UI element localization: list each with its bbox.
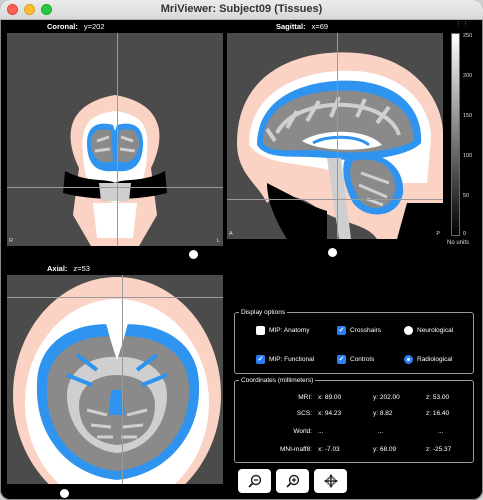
crosshair-horizontal bbox=[7, 187, 223, 188]
coord-y: y: 68.09 bbox=[373, 446, 397, 453]
neurological-radio[interactable]: Neurological bbox=[404, 326, 453, 335]
sagittal-slice-image bbox=[237, 52, 443, 239]
axial-name: Axial: bbox=[47, 264, 68, 273]
intensity-colorbar bbox=[451, 33, 460, 236]
crosshair-vertical bbox=[122, 275, 123, 484]
coronal-left-orientation: R bbox=[9, 238, 13, 244]
coord-y: ... bbox=[378, 428, 384, 435]
coord-x: x: -7.03 bbox=[318, 446, 340, 453]
coord-row-label: World: bbox=[293, 428, 312, 435]
mip-anatomy-label: MIP: Anatomy bbox=[269, 327, 310, 334]
colorbar-tick: 100 bbox=[463, 153, 473, 159]
coord-row-label: MNI-maff8: bbox=[279, 446, 312, 453]
colorbar-tick: 200 bbox=[463, 73, 473, 79]
check-icon[interactable]: ✓ bbox=[337, 355, 346, 364]
controls-checkbox[interactable]: ✓ Controls bbox=[337, 355, 374, 364]
coord-x: x: 89.00 bbox=[318, 394, 342, 401]
mip-anatomy-checkbox[interactable]: MIP: Anatomy bbox=[256, 326, 309, 335]
coord-y: y: 8.82 bbox=[373, 410, 393, 417]
coronal-label: Coronal: y=202 bbox=[47, 22, 105, 31]
crosshairs-checkbox[interactable]: ✓ Crosshairs bbox=[337, 326, 381, 335]
radio-button-selected[interactable] bbox=[404, 355, 413, 364]
resize-grip-icon: ⋮⋮ bbox=[455, 21, 469, 28]
axial-slice-slider[interactable] bbox=[60, 489, 69, 498]
coord-row-label: MRI: bbox=[298, 394, 312, 401]
title-bar: MriViewer: Subject09 (Tissues) bbox=[0, 0, 483, 20]
coord-z: ... bbox=[438, 428, 444, 435]
move-icon bbox=[323, 474, 338, 488]
radiological-label: Radiological bbox=[417, 356, 453, 363]
zoom-out-icon bbox=[247, 474, 261, 488]
axial-coord: z=53 bbox=[73, 264, 90, 273]
coronal-right-orientation: L bbox=[216, 238, 220, 244]
display-options-panel: Display options bbox=[234, 309, 474, 374]
zoom-out-button[interactable] bbox=[238, 469, 271, 493]
radiological-radio[interactable]: Radiological bbox=[404, 355, 452, 364]
checkbox-box[interactable] bbox=[256, 326, 265, 335]
display-options-title: Display options bbox=[241, 309, 286, 316]
crosshair-vertical bbox=[117, 33, 118, 246]
window-title: MriViewer: Subject09 (Tissues) bbox=[160, 3, 323, 15]
zoom-in-button[interactable] bbox=[276, 469, 309, 493]
coronal-slice-image bbox=[63, 95, 167, 246]
controls-label: Controls bbox=[350, 356, 375, 363]
crosshair-horizontal bbox=[7, 297, 223, 298]
coronal-coord: y=202 bbox=[83, 22, 105, 31]
coronal-name: Coronal: bbox=[47, 22, 78, 31]
axial-view[interactable] bbox=[7, 275, 223, 484]
coordinates-title: Coordinates (millimeters) bbox=[241, 377, 314, 384]
sagittal-label: Sagittal: x=69 bbox=[276, 22, 328, 31]
coord-x: ... bbox=[318, 428, 324, 435]
coord-row-label: SCS: bbox=[296, 410, 312, 417]
colorbar-tick: 150 bbox=[463, 113, 473, 119]
sagittal-coord: x=69 bbox=[311, 22, 329, 31]
mip-functional-label: MIP: Functional bbox=[269, 356, 315, 363]
colorbar-tick: 250 bbox=[463, 33, 473, 39]
check-icon[interactable]: ✓ bbox=[256, 355, 265, 364]
neurological-label: Neurological bbox=[417, 327, 454, 334]
coord-x: x: 94.23 bbox=[318, 410, 342, 417]
axial-label: Axial: z=53 bbox=[47, 264, 90, 273]
colorbar-tick: 50 bbox=[463, 193, 470, 199]
coronal-slice-slider[interactable] bbox=[189, 250, 198, 259]
check-icon[interactable]: ✓ bbox=[337, 326, 346, 335]
crosshairs-label: Crosshairs bbox=[350, 327, 382, 334]
sagittal-left-orientation: A bbox=[229, 231, 233, 237]
app-window: MriViewer: Subject09 (Tissues) Coronal: y… bbox=[0, 0, 483, 500]
sagittal-slice-slider[interactable] bbox=[328, 248, 337, 257]
crosshair-horizontal bbox=[227, 199, 443, 200]
colorbar-units: No units bbox=[447, 240, 470, 246]
radio-button[interactable] bbox=[404, 326, 413, 335]
mip-functional-checkbox[interactable]: ✓ MIP: Functional bbox=[256, 355, 314, 364]
sagittal-view[interactable]: A P bbox=[227, 33, 443, 239]
crosshair-vertical bbox=[337, 33, 338, 239]
colorbar-tick: 0 bbox=[463, 231, 467, 237]
coord-z: z: 16.40 bbox=[426, 410, 450, 417]
coord-z: z: -25.37 bbox=[426, 446, 452, 453]
move-button[interactable] bbox=[314, 469, 347, 493]
sagittal-right-orientation: P bbox=[436, 231, 440, 237]
coronal-view[interactable]: R L bbox=[7, 33, 223, 246]
coord-z: z: 53.00 bbox=[426, 394, 450, 401]
zoom-in-icon bbox=[285, 474, 299, 488]
axial-slice-image bbox=[13, 277, 221, 484]
sagittal-name: Sagittal: bbox=[276, 22, 306, 31]
coord-y: y: 202.00 bbox=[373, 394, 400, 401]
